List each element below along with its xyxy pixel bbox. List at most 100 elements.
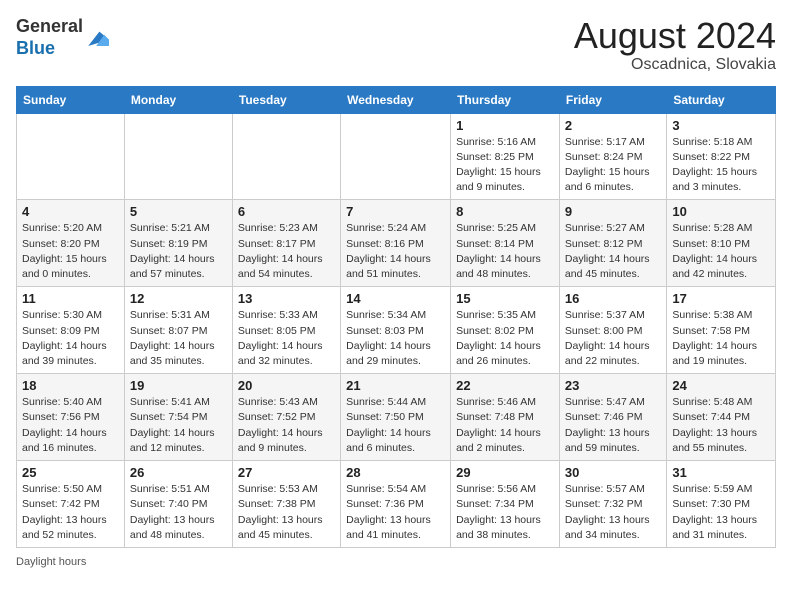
calendar-week-row: 25Sunrise: 5:50 AMSunset: 7:42 PMDayligh… — [17, 461, 776, 548]
month-year-title: August 2024 — [574, 16, 776, 56]
day-number: 7 — [346, 204, 445, 219]
calendar-cell: 15 Sunrise: 5:35 AMSunset: 8:02 PMDayligh… — [451, 287, 560, 374]
col-header-monday: Monday — [124, 86, 232, 113]
calendar-cell: 19 Sunrise: 5:41 AMSunset: 7:54 PMDayligh… — [124, 374, 232, 461]
calendar-cell: 25Sunrise: 5:50 AMSunset: 7:42 PMDayligh… — [17, 461, 125, 548]
col-header-wednesday: Wednesday — [341, 86, 451, 113]
day-number: 23 — [565, 378, 661, 393]
day-info: Sunrise: 5:50 AMSunset: 7:42 PMDaylight:… — [22, 482, 119, 543]
calendar-cell: 9Sunrise: 5:27 AMSunset: 8:12 PMDaylight… — [559, 200, 666, 287]
calendar-cell: 20 Sunrise: 5:43 AMSunset: 7:52 PMDayligh… — [232, 374, 340, 461]
page-header: General Blue August 2024 Oscadnica, Slov… — [16, 16, 776, 74]
day-info: Sunrise: 5:59 AMSunset: 7:30 PMDaylight:… — [672, 482, 770, 543]
calendar-week-row: 11 Sunrise: 5:30 AMSunset: 8:09 PMDayligh… — [17, 287, 776, 374]
day-info: Sunrise: 5:54 AMSunset: 7:36 PMDaylight:… — [346, 482, 445, 543]
calendar-cell: 7 Sunrise: 5:24 AMSunset: 8:16 PMDaylight… — [341, 200, 451, 287]
day-number: 26 — [130, 465, 227, 480]
day-number: 28 — [346, 465, 445, 480]
day-info: Sunrise: 5:17 AMSunset: 8:24 PMDaylight:… — [565, 135, 661, 196]
day-number: 12 — [130, 291, 227, 306]
col-header-friday: Friday — [559, 86, 666, 113]
day-info: Sunrise: 5:57 AMSunset: 7:32 PMDaylight:… — [565, 482, 661, 543]
day-info: Sunrise: 5:53 AMSunset: 7:38 PMDaylight:… — [238, 482, 335, 543]
day-number: 24 — [672, 378, 770, 393]
col-header-saturday: Saturday — [667, 86, 776, 113]
calendar-table: SundayMondayTuesdayWednesdayThursdayFrid… — [16, 86, 776, 548]
day-number: 20 — [238, 378, 335, 393]
calendar-cell: 30 Sunrise: 5:57 AMSunset: 7:32 PMDayligh… — [559, 461, 666, 548]
day-info: Sunrise: 5:33 AMSunset: 8:05 PMDaylight:… — [238, 308, 335, 369]
day-info: Sunrise: 5:40 AMSunset: 7:56 PMDaylight:… — [22, 395, 119, 456]
day-info: Sunrise: 5:23 AMSunset: 8:17 PMDaylight:… — [238, 221, 335, 282]
calendar-cell: 22 Sunrise: 5:46 AMSunset: 7:48 PMDayligh… — [451, 374, 560, 461]
calendar-cell: 18 Sunrise: 5:40 AMSunset: 7:56 PMDayligh… — [17, 374, 125, 461]
calendar-cell: 8Sunrise: 5:25 AMSunset: 8:14 PMDaylight… — [451, 200, 560, 287]
day-info: Sunrise: 5:48 AMSunset: 7:44 PMDaylight:… — [672, 395, 770, 456]
calendar-week-row: 1 Sunrise: 5:16 AMSunset: 8:25 PMDaylight… — [17, 113, 776, 200]
calendar-cell: 21Sunrise: 5:44 AMSunset: 7:50 PMDayligh… — [341, 374, 451, 461]
col-header-thursday: Thursday — [451, 86, 560, 113]
calendar-cell: 2 Sunrise: 5:17 AMSunset: 8:24 PMDaylight… — [559, 113, 666, 200]
calendar-cell: 10 Sunrise: 5:28 AMSunset: 8:10 PMDayligh… — [667, 200, 776, 287]
calendar-cell: 11 Sunrise: 5:30 AMSunset: 8:09 PMDayligh… — [17, 287, 125, 374]
day-info: Sunrise: 5:43 AMSunset: 7:52 PMDaylight:… — [238, 395, 335, 456]
day-info: Sunrise: 5:21 AMSunset: 8:19 PMDaylight:… — [130, 221, 227, 282]
footer: Daylight hours — [16, 556, 776, 568]
day-number: 30 — [565, 465, 661, 480]
calendar-cell — [17, 113, 125, 200]
calendar-cell: 14Sunrise: 5:34 AMSunset: 8:03 PMDayligh… — [341, 287, 451, 374]
day-info: Sunrise: 5:35 AMSunset: 8:02 PMDaylight:… — [456, 308, 554, 369]
day-info: Sunrise: 5:37 AMSunset: 8:00 PMDaylight:… — [565, 308, 661, 369]
logo-icon — [85, 26, 109, 50]
day-number: 19 — [130, 378, 227, 393]
calendar-cell: 5 Sunrise: 5:21 AMSunset: 8:19 PMDaylight… — [124, 200, 232, 287]
day-info: Sunrise: 5:24 AMSunset: 8:16 PMDaylight:… — [346, 221, 445, 282]
day-number: 18 — [22, 378, 119, 393]
day-info: Sunrise: 5:16 AMSunset: 8:25 PMDaylight:… — [456, 135, 554, 196]
day-number: 16 — [565, 291, 661, 306]
calendar-cell: 16 Sunrise: 5:37 AMSunset: 8:00 PMDayligh… — [559, 287, 666, 374]
title-block: August 2024 Oscadnica, Slovakia — [574, 16, 776, 74]
calendar-header-row: SundayMondayTuesdayWednesdayThursdayFrid… — [17, 86, 776, 113]
calendar-cell: 24 Sunrise: 5:48 AMSunset: 7:44 PMDayligh… — [667, 374, 776, 461]
day-info: Sunrise: 5:41 AMSunset: 7:54 PMDaylight:… — [130, 395, 227, 456]
day-info: Sunrise: 5:47 AMSunset: 7:46 PMDaylight:… — [565, 395, 661, 456]
day-info: Sunrise: 5:30 AMSunset: 8:09 PMDaylight:… — [22, 308, 119, 369]
calendar-cell: 31Sunrise: 5:59 AMSunset: 7:30 PMDayligh… — [667, 461, 776, 548]
day-number: 29 — [456, 465, 554, 480]
col-header-sunday: Sunday — [17, 86, 125, 113]
calendar-cell: 6Sunrise: 5:23 AMSunset: 8:17 PMDaylight… — [232, 200, 340, 287]
calendar-cell: 27 Sunrise: 5:53 AMSunset: 7:38 PMDayligh… — [232, 461, 340, 548]
day-number: 3 — [672, 118, 770, 133]
day-number: 21 — [346, 378, 445, 393]
logo-text: General Blue — [16, 16, 83, 59]
day-info: Sunrise: 5:38 AMSunset: 7:58 PMDaylight:… — [672, 308, 770, 369]
day-number: 5 — [130, 204, 227, 219]
daylight-label: Daylight hours — [16, 556, 86, 568]
calendar-cell: 12Sunrise: 5:31 AMSunset: 8:07 PMDayligh… — [124, 287, 232, 374]
day-number: 27 — [238, 465, 335, 480]
calendar-cell: 29Sunrise: 5:56 AMSunset: 7:34 PMDayligh… — [451, 461, 560, 548]
calendar-cell: 23 Sunrise: 5:47 AMSunset: 7:46 PMDayligh… — [559, 374, 666, 461]
calendar-week-row: 4Sunrise: 5:20 AMSunset: 8:20 PMDaylight… — [17, 200, 776, 287]
day-info: Sunrise: 5:28 AMSunset: 8:10 PMDaylight:… — [672, 221, 770, 282]
calendar-cell: 17Sunrise: 5:38 AMSunset: 7:58 PMDayligh… — [667, 287, 776, 374]
day-number: 1 — [456, 118, 554, 133]
logo: General Blue — [16, 16, 109, 59]
day-number: 15 — [456, 291, 554, 306]
day-info: Sunrise: 5:46 AMSunset: 7:48 PMDaylight:… — [456, 395, 554, 456]
calendar-cell — [232, 113, 340, 200]
calendar-cell: 13Sunrise: 5:33 AMSunset: 8:05 PMDayligh… — [232, 287, 340, 374]
day-number: 22 — [456, 378, 554, 393]
calendar-cell: 1 Sunrise: 5:16 AMSunset: 8:25 PMDaylight… — [451, 113, 560, 200]
day-info: Sunrise: 5:18 AMSunset: 8:22 PMDaylight:… — [672, 135, 770, 196]
calendar-cell — [341, 113, 451, 200]
calendar-cell: 4Sunrise: 5:20 AMSunset: 8:20 PMDaylight… — [17, 200, 125, 287]
calendar-week-row: 18 Sunrise: 5:40 AMSunset: 7:56 PMDayligh… — [17, 374, 776, 461]
day-info: Sunrise: 5:25 AMSunset: 8:14 PMDaylight:… — [456, 221, 554, 282]
day-number: 11 — [22, 291, 119, 306]
col-header-tuesday: Tuesday — [232, 86, 340, 113]
day-number: 2 — [565, 118, 661, 133]
day-info: Sunrise: 5:34 AMSunset: 8:03 PMDaylight:… — [346, 308, 445, 369]
day-number: 10 — [672, 204, 770, 219]
